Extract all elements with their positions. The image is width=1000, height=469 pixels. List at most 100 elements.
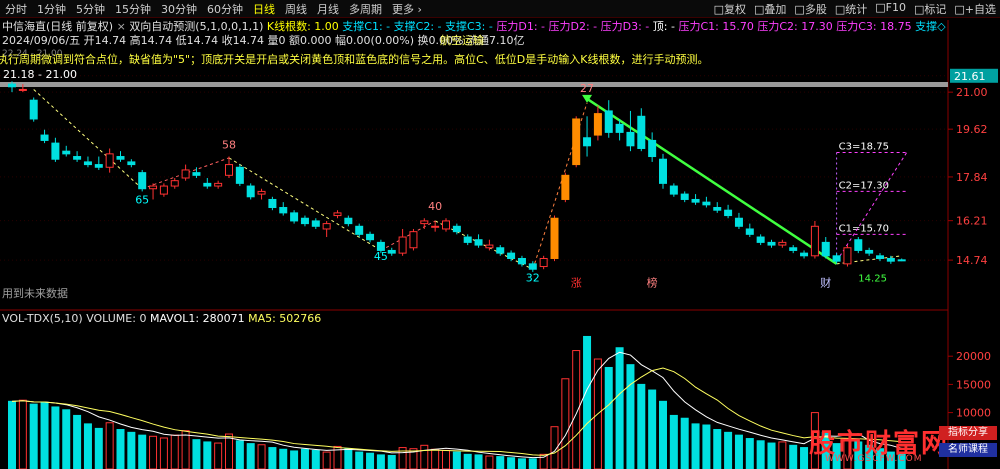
toolbar-option-3[interactable]: □统计 xyxy=(831,1,871,17)
volume-bar xyxy=(496,456,505,469)
candle-body xyxy=(724,209,733,217)
tab-7[interactable]: 周线 xyxy=(280,1,312,17)
annotation-label: 65 xyxy=(135,193,149,206)
checkbox-icon[interactable]: □ xyxy=(714,3,724,16)
watermark-tag-course[interactable]: 名师课程 xyxy=(939,443,997,457)
tab-10[interactable]: 更多 › xyxy=(387,1,427,17)
annotation-label: 32 xyxy=(526,271,540,284)
candle-body xyxy=(105,153,114,168)
volume-bar xyxy=(203,441,212,469)
volume-bar xyxy=(73,414,82,469)
volume-bar xyxy=(279,448,288,469)
candle-body xyxy=(344,217,353,225)
candle-body xyxy=(18,88,27,91)
toolbar-option-label: 统计 xyxy=(845,2,868,16)
volume-bar xyxy=(62,409,71,469)
range-band xyxy=(0,82,948,87)
period-toolbar: 分时 1分钟 5分钟 15分钟 30分钟 60分钟 日线 周线 月线 多周期 更多 › □复权 □叠加 □… xyxy=(0,0,1000,18)
annotation-label: 40 xyxy=(428,200,442,213)
toolbar-option-label: 多股 xyxy=(804,2,827,16)
candle-body xyxy=(800,252,809,257)
volume-bar xyxy=(138,434,147,469)
forecast-label: C2=17.30 xyxy=(839,180,889,191)
candle-body xyxy=(550,217,559,259)
annotation-label: 榜 xyxy=(647,276,658,290)
tab-4[interactable]: 30分钟 xyxy=(156,1,202,17)
volume-bar xyxy=(192,439,201,469)
candle-body xyxy=(452,225,461,233)
candle-body xyxy=(268,198,277,209)
candle-body xyxy=(648,139,657,158)
tab-8[interactable]: 月线 xyxy=(312,1,344,17)
volume-bar xyxy=(724,431,733,469)
volume-bar xyxy=(94,427,103,469)
candle-body xyxy=(29,99,38,120)
watermark-tag-share[interactable]: 指标分享 xyxy=(939,426,997,440)
candle-body xyxy=(854,239,863,251)
candle-body xyxy=(496,247,505,254)
volume-bar xyxy=(344,448,353,469)
candle-body xyxy=(409,231,418,249)
tab-3[interactable]: 15分钟 xyxy=(110,1,156,17)
volume-bar xyxy=(149,435,158,469)
toolbar-option-6[interactable]: □+自选 xyxy=(950,1,1000,17)
volume-bar xyxy=(485,455,494,469)
candle-body xyxy=(507,252,516,259)
candle-body xyxy=(572,118,581,166)
volume-bar xyxy=(507,457,516,469)
volume-bar xyxy=(311,449,320,469)
candle-body xyxy=(203,182,212,187)
volume-bar xyxy=(420,444,429,469)
candle-body xyxy=(246,185,255,198)
axis-tick: 21.61 xyxy=(954,70,986,83)
volume-bar xyxy=(170,434,179,469)
candle-body xyxy=(626,131,635,147)
candle-body xyxy=(463,236,472,243)
toolbar-option-1[interactable]: □叠加 xyxy=(750,1,790,17)
volume-bar xyxy=(235,440,244,469)
candle-body xyxy=(821,241,830,257)
trend-line xyxy=(586,97,838,265)
tab-5[interactable]: 60分钟 xyxy=(202,1,248,17)
toolbar-option-0[interactable]: □复权 xyxy=(710,1,750,17)
checkbox-icon[interactable]: □ xyxy=(794,3,804,16)
candle-body xyxy=(539,257,548,268)
volume-bar xyxy=(648,389,657,469)
checkbox-icon[interactable]: □ xyxy=(754,3,764,16)
volume-bar xyxy=(246,443,255,469)
checkbox-icon[interactable]: □ xyxy=(875,1,885,14)
range-label: 21.18 - 21.00 xyxy=(3,68,77,81)
candle-body xyxy=(181,169,190,179)
checkbox-icon[interactable]: □ xyxy=(835,3,845,16)
volume-bar xyxy=(463,453,472,469)
toolbar-option-5[interactable]: □标记 xyxy=(910,1,950,17)
toolbar-option-2[interactable]: □多股 xyxy=(790,1,830,17)
volume-bar xyxy=(105,422,114,469)
forecast-diagonal xyxy=(836,152,908,262)
volume-bar xyxy=(528,458,537,469)
tab-1[interactable]: 1分钟 xyxy=(32,1,71,17)
volume-header: VOL-TDX(5,10) VOLUME: 0 MAVOL1: 280071 M… xyxy=(2,312,321,325)
volume-bar xyxy=(290,450,299,469)
candle-body xyxy=(734,217,743,227)
tab-6[interactable]: 日线 xyxy=(248,1,280,17)
candle-body xyxy=(756,236,765,243)
volume-bar xyxy=(604,366,613,469)
candle-body xyxy=(290,212,299,222)
checkbox-icon[interactable]: □ xyxy=(914,3,924,16)
candle-body xyxy=(73,156,82,160)
volume-bar xyxy=(452,451,461,469)
future-note: 用到未来数据 xyxy=(2,286,68,300)
annotation-label: 58 xyxy=(222,138,236,151)
toolbar-option-4[interactable]: □F10 xyxy=(871,1,910,17)
candle-body xyxy=(767,241,776,246)
tab-9[interactable]: 多周期 xyxy=(344,1,387,17)
tab-2[interactable]: 5分钟 xyxy=(71,1,110,17)
candle-body xyxy=(691,198,700,203)
checkbox-icon[interactable]: □ xyxy=(954,3,964,16)
toolbar-option-label: F10 xyxy=(885,0,906,14)
axis-tick: 17.84 xyxy=(956,171,988,184)
tab-0[interactable]: 分时 xyxy=(0,1,32,17)
volume-bar xyxy=(127,431,136,469)
volume-bar xyxy=(767,442,776,469)
